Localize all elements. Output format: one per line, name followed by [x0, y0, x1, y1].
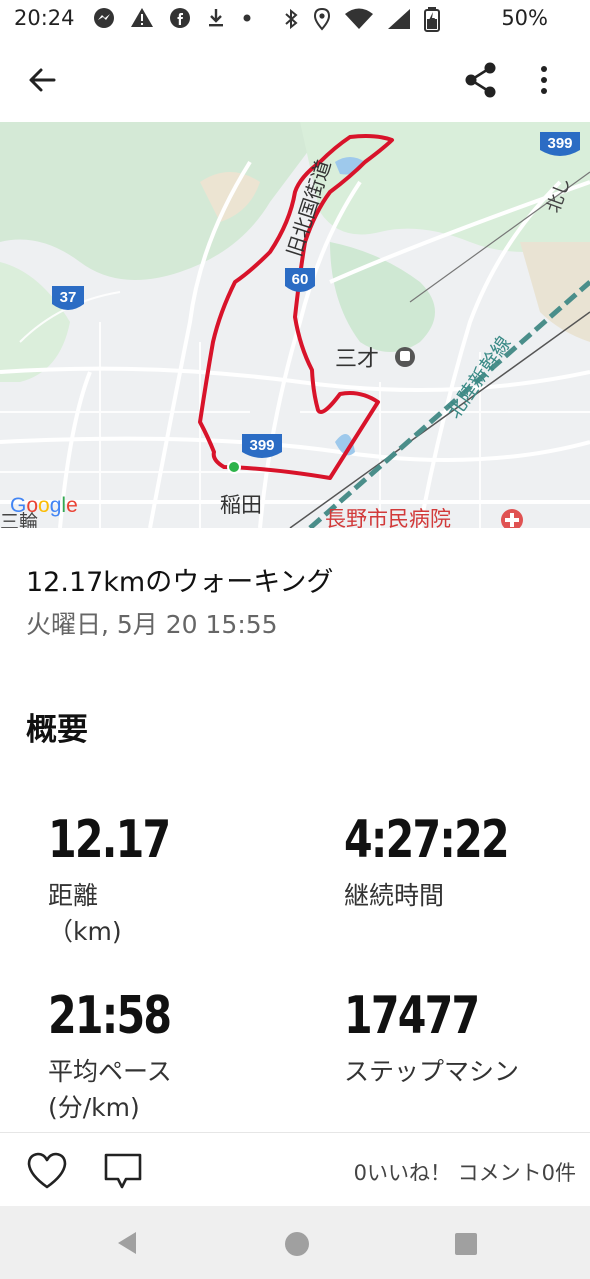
- facebook-icon: [170, 8, 190, 28]
- route-shield-60: 60: [285, 268, 315, 292]
- route-map[interactable]: 399 37 60 399 旧北国街道 三才 稲田 北陸新幹線 長野市民病院 北…: [0, 122, 590, 528]
- distance-value: 12.17: [48, 810, 171, 870]
- map-canvas: 399 37 60 399 旧北国街道 三才 稲田 北陸新幹線 長野市民病院 北…: [0, 122, 590, 528]
- social-action-bar: 0いいね！ コメント0件: [0, 1132, 590, 1207]
- comment-icon: [104, 1153, 142, 1189]
- overview-heading: 概要: [26, 712, 88, 748]
- bluetooth-icon: [285, 8, 298, 30]
- alert-icon: [131, 8, 153, 27]
- status-right-icons: [282, 6, 440, 32]
- svg-text:399: 399: [249, 437, 274, 454]
- place-label-miwa: 三輪: [0, 511, 38, 528]
- place-label-sansai: 三才: [335, 347, 379, 372]
- dot-icon: [243, 14, 251, 22]
- route-shield-399-center: 399: [242, 434, 282, 458]
- heart-icon: [27, 1152, 67, 1189]
- route-shield-37: 37: [52, 286, 84, 310]
- svg-text:37: 37: [60, 289, 77, 306]
- more-options-button[interactable]: [528, 60, 560, 100]
- pace-label: 平均ペース: [48, 1057, 172, 1086]
- system-nav-bar: [0, 1206, 590, 1279]
- more-vert-icon: [541, 66, 547, 94]
- battery-icon: [424, 7, 440, 32]
- duration-label: 継続時間: [344, 881, 445, 910]
- status-bar: 20:24 50%: [0, 0, 590, 38]
- status-time: 20:24: [14, 6, 75, 30]
- comment-button[interactable]: [102, 1151, 144, 1193]
- back-button[interactable]: [22, 60, 62, 100]
- nav-recents-icon: [455, 1233, 477, 1255]
- nav-back-icon: [118, 1232, 136, 1254]
- place-label-inada: 稲田: [220, 493, 262, 517]
- distance-unit: （km): [48, 917, 122, 946]
- battery-percent: 50%: [501, 6, 548, 30]
- signal-icon: [388, 9, 410, 29]
- share-icon: [465, 62, 496, 98]
- back-arrow-icon: [29, 68, 56, 92]
- messenger-icon: [94, 8, 114, 28]
- activity-datetime: 火曜日, 5月 20 15:55: [26, 610, 278, 639]
- app-bar: [0, 38, 590, 122]
- distance-label: 距離: [48, 881, 99, 910]
- pace-value: 21:58: [48, 986, 172, 1046]
- start-marker: [227, 460, 241, 474]
- nav-back-button[interactable]: [114, 1230, 140, 1260]
- svg-text:399: 399: [547, 135, 572, 152]
- nav-recents-button[interactable]: [454, 1232, 478, 1260]
- share-button[interactable]: [462, 60, 500, 100]
- nav-home-icon: [285, 1232, 309, 1256]
- download-icon: [209, 9, 223, 27]
- wifi-icon: [345, 8, 373, 29]
- place-label-hospital: 長野市民病院: [325, 507, 451, 528]
- route-shield-399-top: 399: [540, 132, 580, 156]
- like-comment-counts[interactable]: 0いいね！ コメント0件: [354, 1157, 576, 1187]
- location-icon: [313, 7, 331, 31]
- steps-label: ステップマシン: [344, 1057, 520, 1086]
- station-icon: [395, 347, 415, 367]
- duration-value: 4:27:22: [344, 810, 510, 870]
- like-button[interactable]: [26, 1151, 68, 1191]
- nav-home-button[interactable]: [283, 1230, 311, 1262]
- activity-title: 12.17kmのウォーキング: [26, 567, 334, 598]
- pace-unit: (分/km): [48, 1093, 140, 1122]
- status-left-icons: [92, 6, 254, 30]
- svg-text:60: 60: [292, 271, 309, 288]
- steps-value: 17477: [344, 986, 480, 1046]
